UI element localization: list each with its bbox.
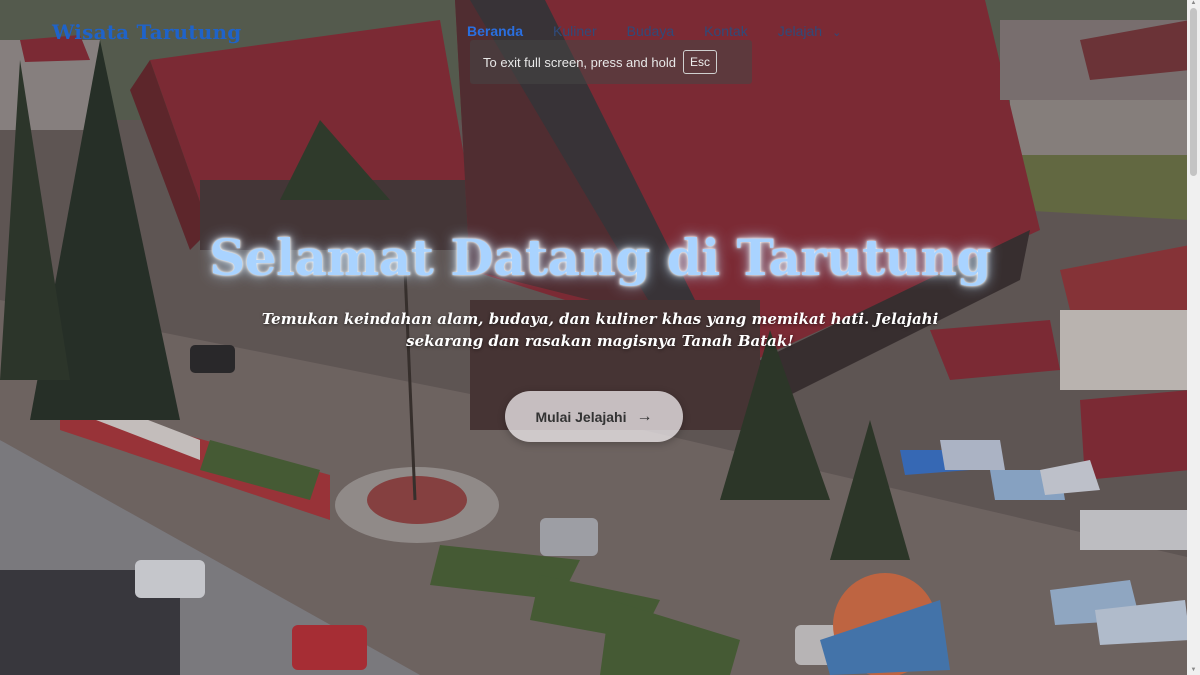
nav-item-kuliner[interactable]: Kuliner	[553, 23, 597, 39]
nav-item-jelajah[interactable]: Jelajah ⌄	[778, 23, 842, 39]
scroll-down-icon[interactable]: ▼	[1190, 667, 1197, 673]
explore-button-label: Mulai Jelajahi	[535, 408, 627, 425]
arrow-right-icon: →	[636, 407, 653, 425]
fullscreen-notice-text: To exit full screen, press and hold	[483, 54, 676, 70]
hero-subtitle: Temukan keindahan alam, budaya, dan kuli…	[220, 308, 980, 352]
chevron-down-icon: ⌄	[832, 27, 842, 39]
scrollbar-thumb[interactable]	[1190, 8, 1197, 176]
site-logo-text[interactable]: Wisata Tarutung	[52, 20, 241, 44]
hero-title: Selamat Datang di Tarutung	[209, 228, 991, 287]
nav-item-beranda[interactable]: Beranda	[467, 23, 523, 39]
explore-button[interactable]: Mulai Jelajahi →	[505, 391, 683, 442]
fullscreen-exit-notice: To exit full screen, press and hold Esc	[470, 40, 752, 84]
scroll-up-icon[interactable]: ▲	[1190, 0, 1197, 6]
nav-item-jelajah-label: Jelajah	[777, 23, 823, 39]
page-scrollbar[interactable]: ▲ ▼	[1187, 0, 1200, 675]
nav-item-kontak[interactable]: Kontak	[704, 23, 748, 39]
esc-key-badge: Esc	[682, 50, 717, 74]
hero-subtitle-line-2: sekarang dan rasakan magisnya Tanah Bata…	[406, 332, 794, 350]
nav-item-budaya[interactable]: Budaya	[627, 23, 674, 39]
hero-subtitle-line-1: Temukan keindahan alam, budaya, dan kuli…	[261, 310, 939, 328]
main-navigation: Beranda Kuliner Budaya Kontak Jelajah ⌄	[467, 23, 871, 39]
